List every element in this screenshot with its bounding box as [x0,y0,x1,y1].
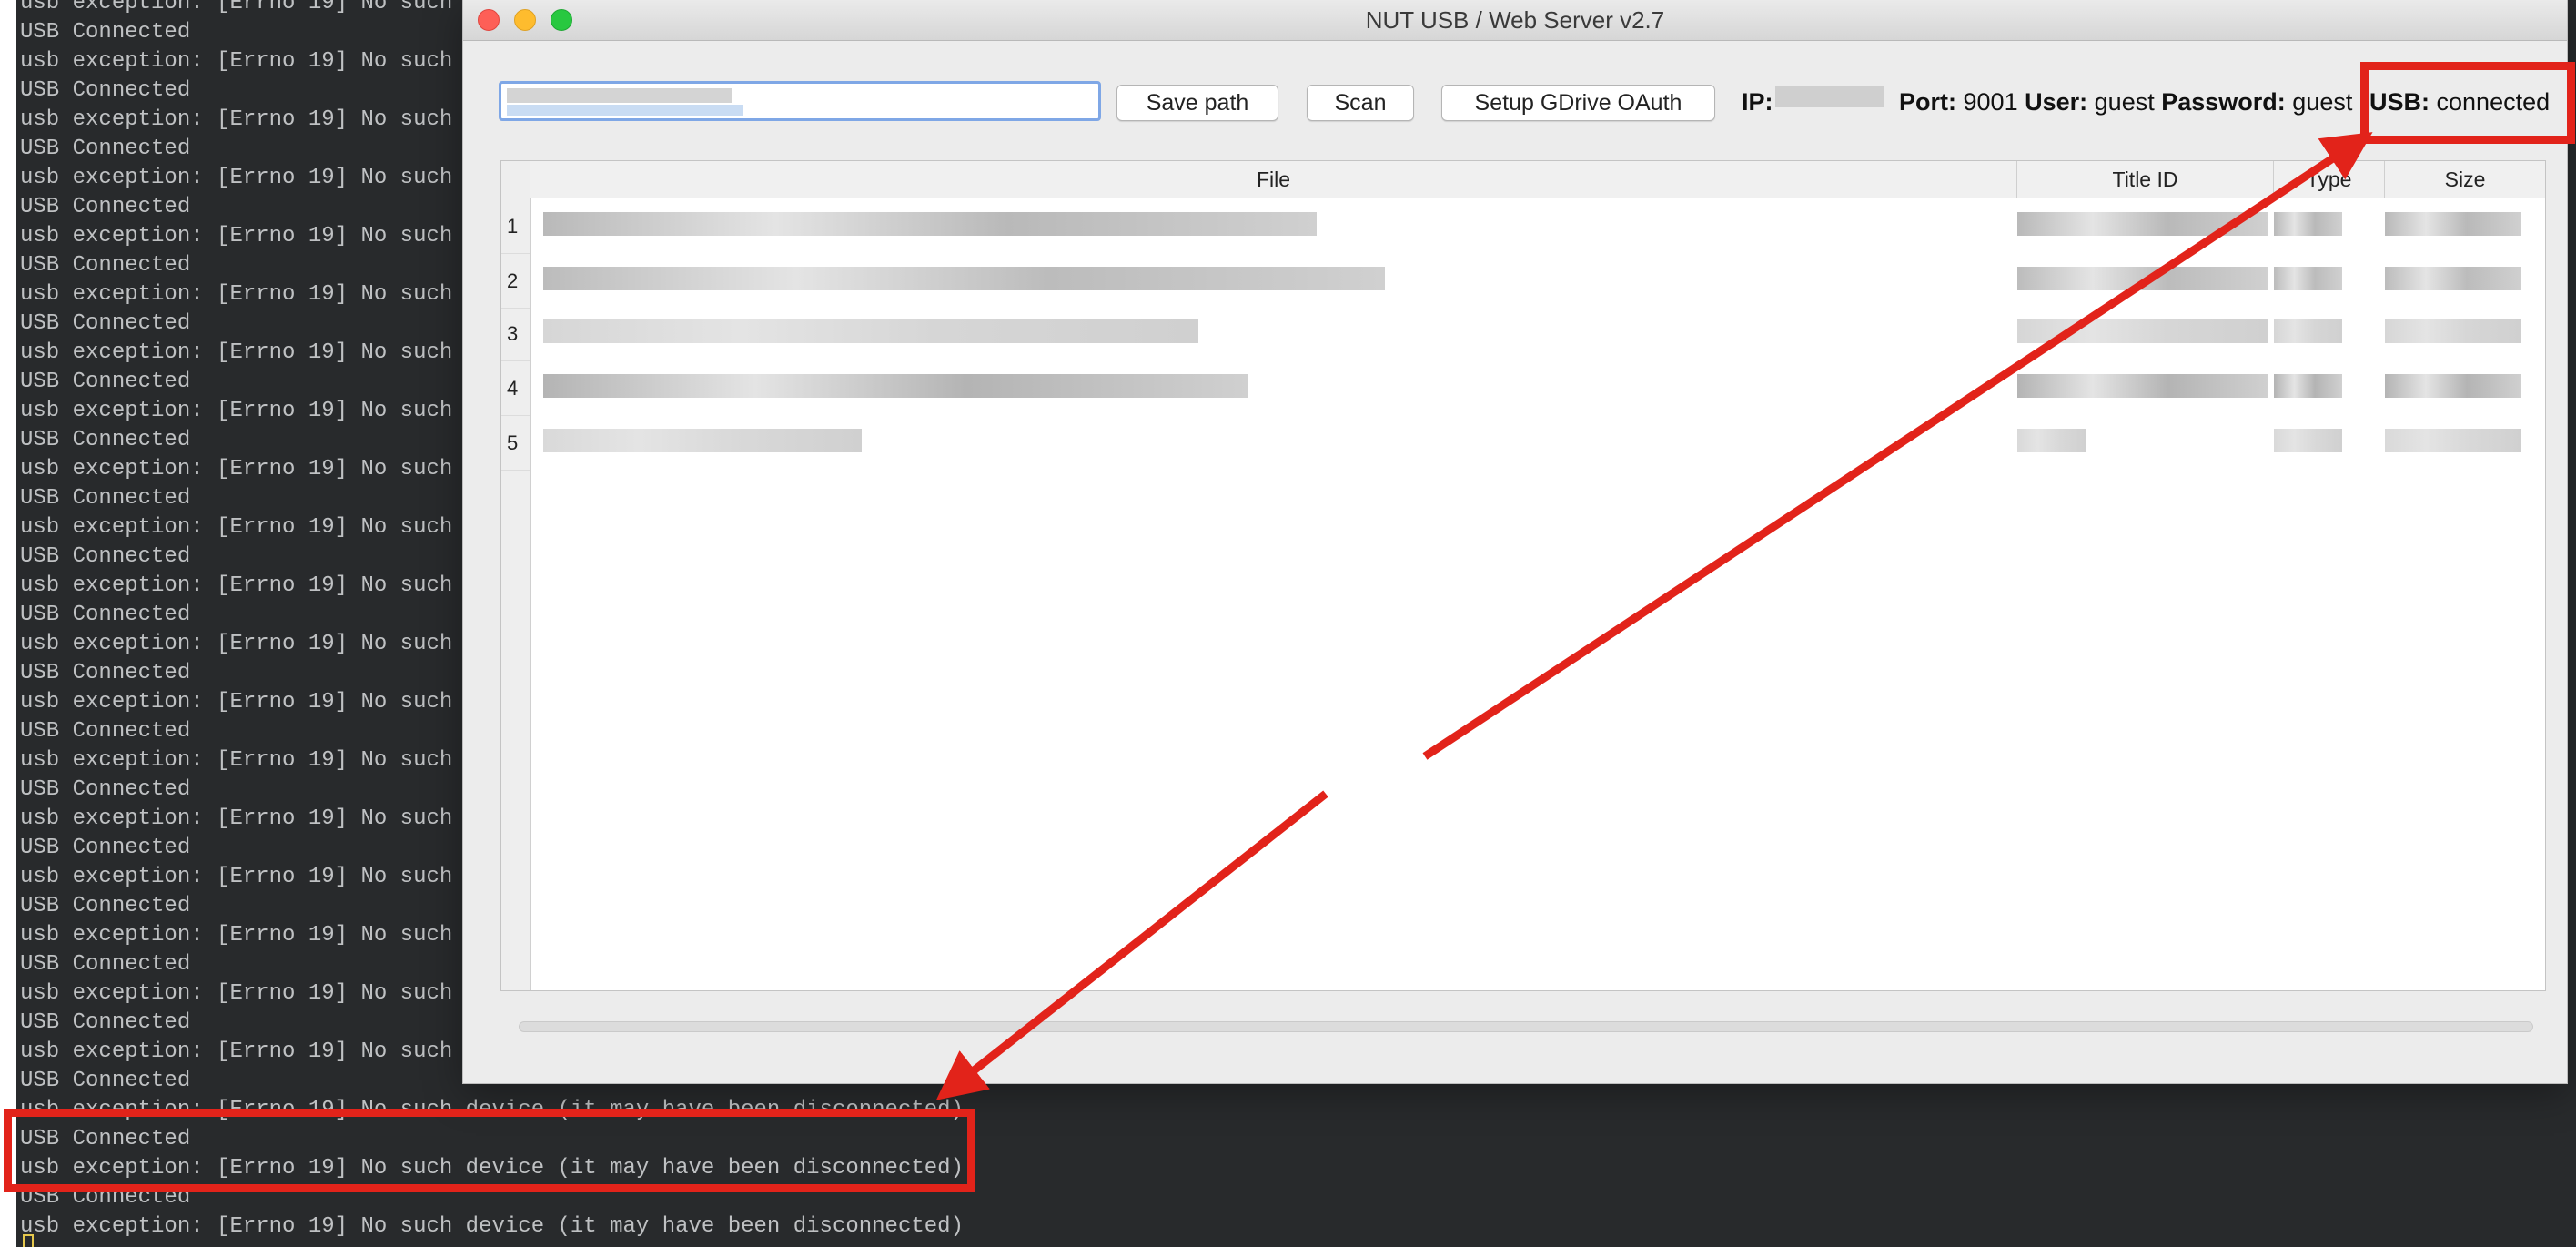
window-title: NUT USB / Web Server v2.7 [1365,6,1665,34]
redacted-type [2274,319,2342,343]
row-number[interactable]: 2 [501,254,530,309]
ip-info: IP: [1742,86,1773,118]
column-header-title-id[interactable]: Title ID [2017,161,2274,198]
port-label: Port: [1899,88,1956,116]
setup-gdrive-oauth-button[interactable]: Setup GDrive OAuth [1441,85,1715,121]
port-value: 9001 [1963,88,2018,116]
redacted-title-id [2017,429,2086,452]
redacted-type [2274,374,2342,398]
redacted-ip [1775,86,1884,107]
redacted-size [2385,319,2521,343]
table-header: File Title ID Type Size [530,161,2545,198]
redacted-file-name [543,267,1385,290]
redacted-file-name [543,374,1248,398]
redacted-path [507,105,743,116]
redacted-file-name [543,319,1198,343]
file-table[interactable]: File Title ID Type Size 12345 [500,160,2546,991]
row-number[interactable]: 4 [501,361,530,416]
password-label: Password: [2161,88,2286,116]
user-label: User: [2025,88,2088,116]
maximize-window-button[interactable] [551,9,572,31]
column-header-type[interactable]: Type [2274,161,2385,198]
redacted-type [2274,267,2342,290]
app-window: NUT USB / Web Server v2.7 Save path Scan… [463,0,2575,1083]
terminal-cursor [23,1234,34,1247]
redacted-size [2385,212,2521,236]
close-window-button[interactable] [478,9,500,31]
column-header-size[interactable]: Size [2385,161,2545,198]
row-number[interactable]: 1 [501,199,530,254]
redacted-type [2274,212,2342,236]
title-bar[interactable]: NUT USB / Web Server v2.7 [463,0,2567,41]
redacted-size [2385,429,2521,452]
redacted-title-id [2017,319,2268,343]
redacted-type [2274,429,2342,452]
scan-button[interactable]: Scan [1307,85,1414,121]
password-value: guest [2292,88,2353,116]
log-highlight-box [4,1109,975,1192]
terminal-line: usb exception: [Errno 19] No such device… [20,1214,964,1239]
redacted-file-name [543,212,1317,236]
user-value: guest [2094,88,2155,116]
redacted-title-id [2017,374,2268,398]
redacted-title-id [2017,267,2268,290]
horizontal-scrollbar[interactable] [519,1021,2533,1032]
redacted-title-id [2017,212,2268,236]
usb-status-highlight-box [2360,62,2575,144]
redacted-path [507,88,732,103]
minimize-window-button[interactable] [514,9,536,31]
redacted-size [2385,267,2521,290]
redacted-size [2385,374,2521,398]
row-number[interactable]: 3 [501,307,530,361]
server-info: Port: 9001 User: guest Password: guest [1899,86,2352,118]
ip-label: IP: [1742,88,1773,116]
column-header-file[interactable]: File [530,161,2017,198]
row-number[interactable]: 5 [501,416,530,471]
redacted-file-name [543,429,862,452]
save-path-button[interactable]: Save path [1116,85,1278,121]
